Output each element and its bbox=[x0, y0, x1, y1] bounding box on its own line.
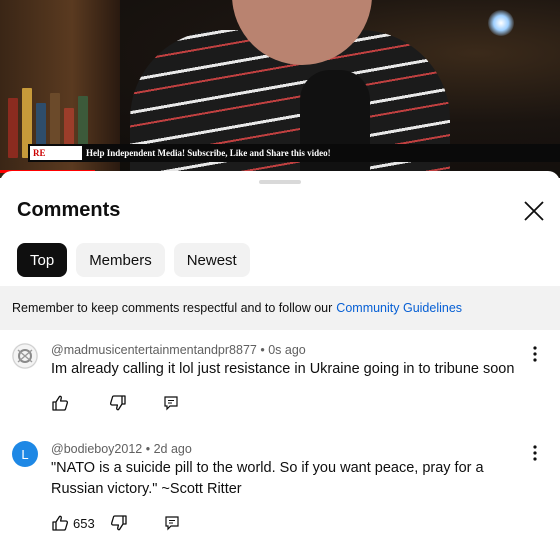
like-button[interactable] bbox=[51, 394, 69, 412]
avatar[interactable]: L bbox=[12, 441, 38, 467]
comment-author[interactable]: @bodieboy2012 bbox=[51, 442, 142, 456]
dislike-button[interactable] bbox=[110, 514, 128, 532]
meta-separator: • bbox=[145, 442, 154, 456]
reply-icon bbox=[165, 516, 179, 531]
comment-time: 2d ago bbox=[153, 442, 192, 456]
reply-button[interactable] bbox=[163, 395, 179, 411]
notice-text: Remember to keep comments respectful and… bbox=[12, 301, 333, 315]
like-button[interactable]: 653 bbox=[51, 514, 95, 532]
tab-newest[interactable]: Newest bbox=[173, 243, 250, 277]
community-notice: Remember to keep comments respectful and… bbox=[0, 286, 560, 330]
lamp-light bbox=[488, 10, 514, 36]
comments-title: Comments bbox=[17, 199, 121, 221]
video-banner: RE Help Independent Media! Subscribe, Li… bbox=[28, 144, 560, 162]
comment-author[interactable]: @madmusicentertainmentandpr8877 bbox=[51, 343, 257, 357]
more-options-icon[interactable] bbox=[528, 345, 542, 363]
banner-text: Help Independent Media! Subscribe, Like … bbox=[86, 148, 331, 158]
banner-logo: RE bbox=[30, 146, 82, 160]
comments-sheet: Comments Top Members Newest Remember to … bbox=[0, 171, 560, 560]
thumbs-up-icon bbox=[52, 515, 69, 531]
reply-icon bbox=[164, 396, 178, 411]
avatar-letter: L bbox=[21, 446, 29, 462]
tab-members[interactable]: Members bbox=[76, 243, 165, 277]
drag-handle[interactable] bbox=[259, 180, 301, 184]
more-options-icon[interactable] bbox=[528, 444, 542, 462]
thumbs-up-icon bbox=[52, 395, 69, 411]
video-player[interactable]: RE Help Independent Media! Subscribe, Li… bbox=[0, 0, 560, 178]
community-guidelines-link[interactable]: Community Guidelines bbox=[336, 301, 462, 315]
thumbs-down-icon bbox=[109, 395, 126, 411]
close-icon[interactable] bbox=[520, 197, 548, 225]
tab-top[interactable]: Top bbox=[17, 243, 68, 277]
thumbs-down-icon bbox=[110, 515, 127, 531]
comment-text: "NATO is a suicide pill to the world. So… bbox=[51, 460, 484, 497]
comment-meta: @bodieboy2012 • 2d ago bbox=[51, 442, 192, 456]
like-count: 653 bbox=[73, 515, 95, 531]
comment-meta: @madmusicentertainmentandpr8877 • 0s ago bbox=[51, 343, 306, 357]
comment-actions: 653 bbox=[51, 514, 180, 532]
sort-tabs: Top Members Newest bbox=[17, 243, 250, 277]
comment-time: 0s ago bbox=[268, 343, 306, 357]
reply-button[interactable] bbox=[164, 515, 180, 531]
comment-text: Im already calling it lol just resistanc… bbox=[51, 361, 515, 377]
avatar[interactable] bbox=[12, 343, 38, 369]
comment-actions bbox=[51, 394, 179, 412]
dislike-button[interactable] bbox=[109, 394, 127, 412]
